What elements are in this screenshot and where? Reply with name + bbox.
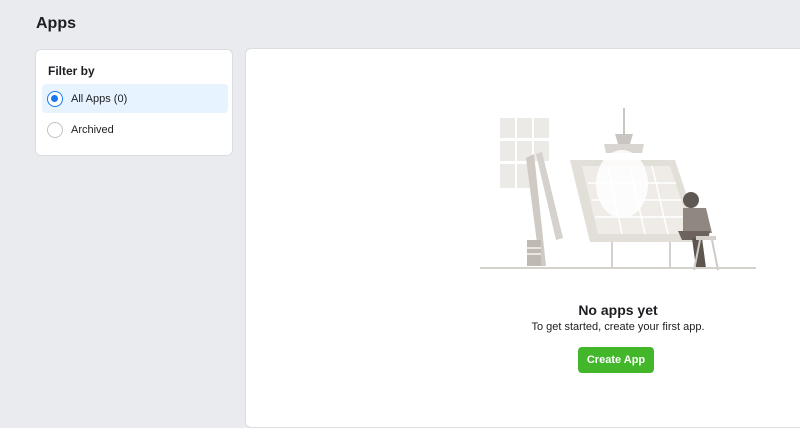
empty-state-subtitle: To get started, create your first app. xyxy=(531,321,705,333)
filter-option-label: All Apps (0) xyxy=(71,92,128,105)
create-app-button[interactable]: Create App xyxy=(578,347,654,373)
filter-panel: Filter by All Apps (0) Archived xyxy=(35,49,233,156)
empty-state-illustration xyxy=(480,108,756,271)
radio-button-checked[interactable] xyxy=(47,90,63,107)
radio-button-unchecked[interactable] xyxy=(47,121,63,138)
filter-option-all-apps[interactable]: All Apps (0) xyxy=(42,84,228,113)
filter-option-archived[interactable]: Archived xyxy=(42,115,228,144)
empty-state-title: No apps yet xyxy=(578,302,658,318)
filter-title: Filter by xyxy=(48,64,95,78)
filter-option-label: Archived xyxy=(71,123,114,136)
page-title: Apps xyxy=(36,15,76,32)
